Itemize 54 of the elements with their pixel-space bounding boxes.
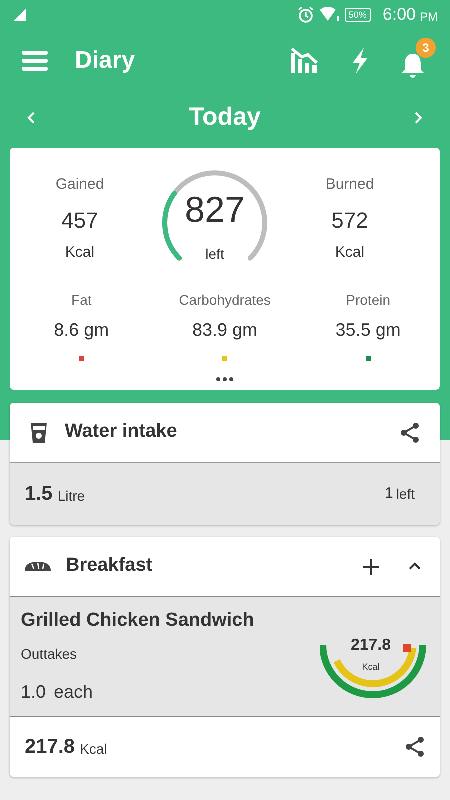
water-unit: Litre — [58, 486, 86, 506]
screen-title: Diary — [75, 46, 136, 76]
calories-left-label: left — [206, 245, 224, 264]
share-icon — [400, 422, 420, 444]
share-button[interactable] — [400, 422, 420, 444]
food-kcal-unit: Kcal — [362, 660, 380, 674]
calories-left-value: 827 — [184, 190, 246, 230]
meal-title: Breakfast — [66, 554, 154, 578]
chevron-left-icon — [26, 111, 36, 125]
food-category: Outtakes — [21, 644, 78, 664]
chevron-up-icon — [408, 562, 422, 571]
stat-unit: Kcal — [65, 242, 95, 262]
date-label: Today — [189, 102, 261, 134]
stat-label: Gained — [56, 175, 104, 195]
more-icon — [216, 377, 234, 382]
meal-total-unit: Kcal — [80, 740, 108, 758]
menu-icon — [22, 51, 48, 71]
macro-value: 8.6 gm — [54, 319, 110, 342]
collapse-button[interactable] — [408, 562, 422, 571]
water-amount: 1.5 — [25, 482, 53, 507]
alarm-icon — [296, 6, 315, 24]
stat-unit: Kcal — [335, 242, 365, 262]
clock-period: PM — [420, 8, 438, 26]
food-quantity-unit: each — [54, 680, 94, 704]
battery-indicator: 50% — [344, 8, 371, 22]
stat-label: Burned — [326, 175, 374, 195]
food-quantity: 1.0 — [21, 680, 46, 704]
clock-time: 6:00 — [382, 4, 416, 26]
wifi-icon — [318, 7, 341, 23]
share-button[interactable] — [405, 736, 425, 758]
stat-value: 572 — [332, 206, 368, 234]
bar-chart-icon — [290, 47, 320, 75]
bell-icon — [400, 52, 426, 78]
macro-value: 35.5 gm — [336, 319, 401, 342]
bread-icon — [24, 560, 52, 572]
lightning-icon — [350, 47, 370, 75]
food-name: Grilled Chicken Sandwich — [21, 609, 256, 634]
food-kcal-value: 217.8 — [350, 636, 392, 656]
share-icon — [405, 736, 425, 758]
add-food-button[interactable] — [362, 558, 380, 576]
macro-value: 83.9 gm — [192, 319, 258, 342]
plus-icon — [362, 558, 380, 576]
glass-icon — [30, 422, 48, 444]
chevron-right-icon — [414, 111, 424, 125]
macro-label: Carbohydrates — [179, 291, 271, 310]
macro-label: Protein — [346, 291, 390, 310]
meal-total-value: 217.8 — [25, 735, 76, 760]
macro-label: Fat — [72, 291, 92, 310]
food-item-row[interactable]: Grilled Chicken Sandwich Outtakes 1.0 each 217.8 Kcal — [10, 597, 440, 717]
water-remaining: 1 — [384, 484, 394, 504]
card-title: Water intake — [65, 420, 178, 444]
stat-value: 457 — [62, 206, 98, 234]
more-button[interactable] — [216, 377, 234, 382]
water-remaining-label: left — [396, 484, 415, 504]
